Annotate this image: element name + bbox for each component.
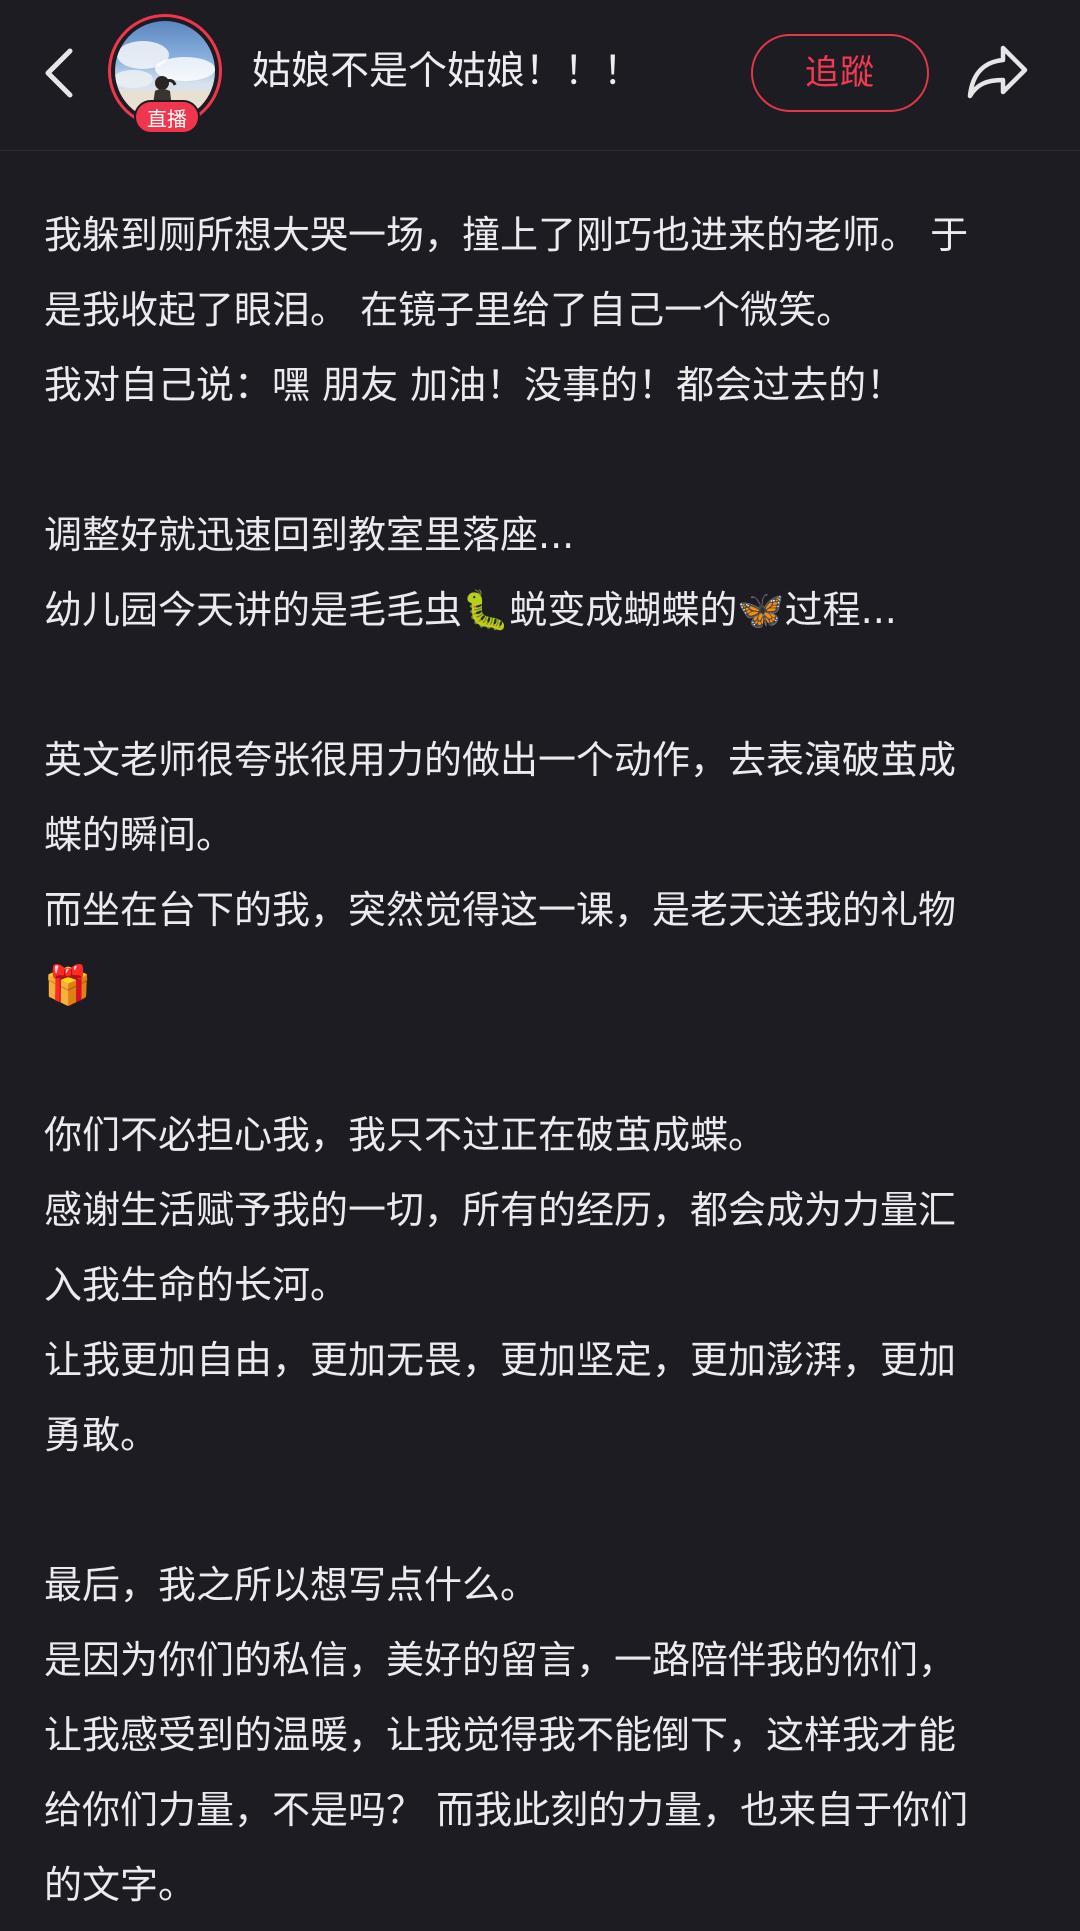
chevron-left-icon bbox=[45, 48, 73, 98]
text-line: 我躲到厕所想大哭一场，撞上了刚巧也进来的老师。 于 bbox=[44, 213, 969, 257]
text-line: 英文老师很夸张很用力的做出一个动作，去表演破茧成 bbox=[44, 738, 957, 782]
share-button[interactable] bbox=[962, 36, 1034, 108]
follow-button[interactable]: 追蹤 bbox=[751, 34, 929, 112]
paragraph: 我躲到厕所想大哭一场，撞上了刚巧也进来的老师。 于 是我收起了眼泪。 在镜子里给… bbox=[44, 198, 1044, 423]
text-line: 给你们力量，不是吗？ 而我此刻的力量，也来自于你们 bbox=[44, 1788, 969, 1832]
live-badge: 直播 bbox=[134, 100, 200, 134]
text-line: 感谢生活赋予我的一切，所有的经历，都会成为力量汇 bbox=[44, 1188, 957, 1232]
text-line: 入我生命的长河。 bbox=[44, 1263, 349, 1307]
text-line: 是因为你们的私信，美好的留言，一路陪伴我的你们， bbox=[44, 1638, 957, 1682]
top-bar: 直播 姑娘不是个姑娘！！！ 追蹤 bbox=[0, 0, 1080, 151]
text-line: 调整好就迅速回到教室里落座... bbox=[44, 513, 575, 557]
paragraph: 最后，我之所以想写点什么。 是因为你们的私信，美好的留言，一路陪伴我的你们， 让… bbox=[44, 1548, 1044, 1923]
text-line: 幼儿园今天讲的是毛毛虫🐛蜕变成蝴蝶的🦋过程... bbox=[44, 588, 897, 632]
text-line: 让我更加自由，更加无畏，更加坚定，更加澎湃，更加 bbox=[44, 1338, 957, 1382]
post-body: 我躲到厕所想大哭一场，撞上了刚巧也进来的老师。 于 是我收起了眼泪。 在镜子里给… bbox=[44, 198, 1044, 1923]
text-line: 勇敢。 bbox=[44, 1413, 159, 1457]
text-line: 你们不必担心我，我只不过正在破茧成蝶。 bbox=[44, 1113, 767, 1157]
text-line: 让我感受到的温暖，让我觉得我不能倒下，这样我才能 bbox=[44, 1713, 957, 1757]
gift-emoji-line: 🎁 bbox=[44, 963, 92, 1007]
paragraph: 英文老师很夸张很用力的做出一个动作，去表演破茧成 蝶的瞬间。 而坐在台下的我，突… bbox=[44, 723, 1044, 1023]
username[interactable]: 姑娘不是个姑娘！！！ bbox=[252, 44, 642, 100]
share-arrow-icon bbox=[967, 45, 1028, 99]
back-button[interactable] bbox=[30, 38, 86, 108]
text-line: 而坐在台下的我，突然觉得这一课，是老天送我的礼物 bbox=[44, 888, 957, 932]
text-line: 是我收起了眼泪。 在镜子里给了自己一个微笑。 bbox=[44, 288, 855, 332]
paragraph: 调整好就迅速回到教室里落座... 幼儿园今天讲的是毛毛虫🐛蜕变成蝴蝶的🦋过程..… bbox=[44, 498, 1044, 648]
text-line: 蝶的瞬间。 bbox=[44, 813, 235, 857]
text-line: 的文字。 bbox=[44, 1863, 197, 1907]
avatar-button[interactable]: 直播 bbox=[108, 14, 228, 134]
text-line: 最后，我之所以想写点什么。 bbox=[44, 1563, 539, 1607]
text-line: 我对自己说：嘿 朋友 加油！没事的！都会过去的！ bbox=[44, 363, 905, 407]
paragraph: 你们不必担心我，我只不过正在破茧成蝶。 感谢生活赋予我的一切，所有的经历，都会成… bbox=[44, 1098, 1044, 1473]
